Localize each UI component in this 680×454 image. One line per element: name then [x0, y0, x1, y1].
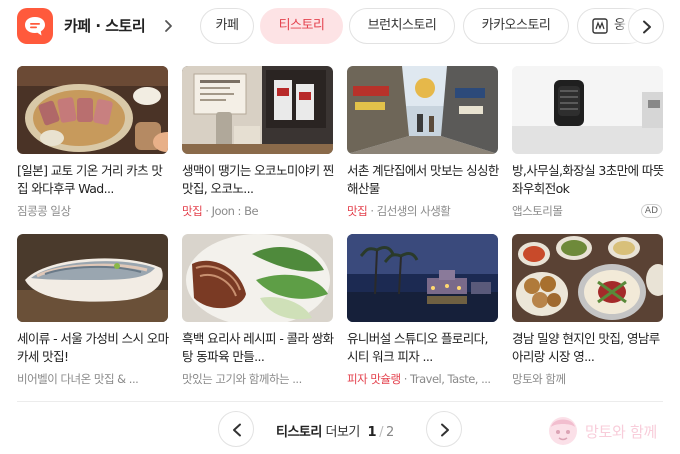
story-card[interactable]: 방,사무실,화장실 3초만에 따뜻 좌우회전ok 앱스토리몰 AD: [512, 66, 664, 221]
next-page-button[interactable]: [426, 411, 462, 447]
card-source: 맛집: [347, 204, 368, 218]
story-card[interactable]: 흑백 요리사 레시피 - 콜라 쌍화탕 동파육 만들... 맛있는 고기와 함께…: [182, 234, 334, 389]
card-meta: 맛집 · 김선생의 사생활: [347, 204, 451, 218]
story-header: 카페 · 스토리 카페 티스토리 브런치스토리 카카오스토리 웅: [0, 0, 680, 52]
card-meta: 피자 맛슐랭 · Travel, Taste, ...: [347, 372, 491, 386]
chevron-right-icon: [643, 20, 651, 34]
chevron-right-icon: [441, 423, 449, 437]
card-source: 피자 맛슐랭: [347, 372, 401, 386]
story-card[interactable]: 경남 밀양 현지인 맛집, 영남루 아리랑 시장 영... 망토와 함께: [512, 234, 664, 389]
card-title[interactable]: 유니버설 스튜디오 플로리다, 시티 워크 피자 ...: [347, 330, 499, 366]
card-author: 김선생의 사생활: [376, 204, 451, 218]
story-card[interactable]: 서촌 계단집에서 맛보는 싱싱한 해산물 맛집 · 김선생의 사생활: [347, 66, 499, 221]
more-link[interactable]: 티스토리 더보기 1/2: [276, 421, 394, 440]
card-meta: 짐콩콩 일상: [17, 203, 169, 219]
card-thumbnail[interactable]: [17, 234, 168, 322]
story-card[interactable]: 세이류 - 서울 가성비 스시 오마카세 맛집! 비어벨이 다녀온 맛집 & .…: [17, 234, 169, 389]
speech-bubble-icon[interactable]: [17, 8, 53, 44]
story-card[interactable]: 생맥이 땡기는 오코노미야키 찐 맛집, 오코노... 맛집 · Joon : …: [182, 66, 334, 221]
divider: [17, 401, 663, 402]
more-word: 더보기: [325, 425, 360, 440]
card-author: Joon : Be: [211, 204, 259, 218]
card-author: 앱스토리몰: [512, 204, 563, 218]
card-meta: 망토와 함께: [512, 371, 664, 387]
story-card[interactable]: 유니버설 스튜디오 플로리다, 시티 워크 피자 ... 피자 맛슐랭 · Tr…: [347, 234, 499, 389]
card-thumbnail[interactable]: [347, 234, 498, 322]
tab-cafe[interactable]: 카페: [200, 8, 254, 44]
ad-badge[interactable]: AD: [640, 204, 662, 218]
watermark-text: 망토와 함께: [585, 423, 657, 441]
card-thumbnail[interactable]: [512, 66, 663, 154]
card-title[interactable]: 서촌 계단집에서 맛보는 싱싱한 해산물: [347, 162, 499, 198]
page-separator: /: [379, 425, 383, 440]
card-thumbnail[interactable]: [182, 234, 333, 322]
watermark: 망토와 함께: [545, 413, 675, 447]
chevron-left-icon: [233, 423, 241, 437]
card-thumbnail[interactable]: [512, 234, 663, 322]
chevron-right-icon[interactable]: [162, 16, 176, 36]
card-author: 짐콩콩 일상: [17, 204, 71, 218]
mascot-icon: [549, 417, 577, 445]
card-author: 망토와 함께: [512, 372, 566, 386]
tistory-icon: [592, 18, 608, 34]
tab-kakao-story[interactable]: 카카오스토리: [463, 8, 569, 44]
card-meta: 맛있는 고기와 함께하는 ...: [182, 371, 334, 387]
card-thumbnail[interactable]: [182, 66, 333, 154]
section-title[interactable]: 카페 · 스토리: [64, 15, 146, 36]
tab-brunch-story[interactable]: 브런치스토리: [349, 8, 455, 44]
story-card[interactable]: [일본] 교토 기온 거리 카츠 맛집 와다후쿠 Wad... 짐콩콩 일상: [17, 66, 169, 221]
card-source: 맛집: [182, 204, 203, 218]
card-title[interactable]: 흑백 요리사 레시피 - 콜라 쌍화탕 동파육 만들...: [182, 330, 334, 366]
prev-page-button[interactable]: [218, 411, 254, 447]
chips-next-button[interactable]: [628, 8, 664, 44]
card-meta: 맛집 · Joon : Be: [182, 204, 259, 218]
card-thumbnail[interactable]: [17, 66, 168, 154]
page-total: 2: [385, 425, 394, 440]
tab-partial-label: 웅: [614, 18, 626, 33]
card-title[interactable]: [일본] 교토 기온 거리 카츠 맛집 와다후쿠 Wad...: [17, 162, 169, 198]
card-title[interactable]: 생맥이 땡기는 오코노미야키 찐 맛집, 오코노...: [182, 162, 334, 198]
card-author: Travel, Taste, ...: [410, 372, 491, 386]
card-title[interactable]: 경남 밀양 현지인 맛집, 영남루 아리랑 시장 영...: [512, 330, 664, 366]
card-title[interactable]: 방,사무실,화장실 3초만에 따뜻 좌우회전ok: [512, 162, 664, 198]
card-thumbnail[interactable]: [347, 66, 498, 154]
page-current: 1: [367, 425, 377, 440]
tab-tistory[interactable]: 티스토리: [260, 8, 343, 44]
card-author: 맛있는 고기와 함께하는 ...: [182, 372, 302, 386]
more-service: 티스토리: [276, 425, 322, 440]
card-meta: 비어벨이 다녀온 맛집 & ...: [17, 371, 169, 387]
card-title[interactable]: 세이류 - 서울 가성비 스시 오마카세 맛집!: [17, 330, 169, 366]
card-author: 비어벨이 다녀온 맛집 & ...: [17, 372, 139, 386]
